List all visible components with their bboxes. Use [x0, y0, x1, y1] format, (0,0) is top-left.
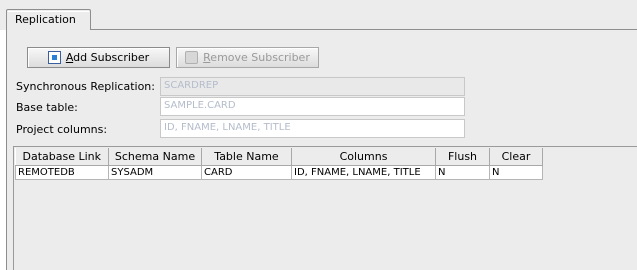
- cell-flush[interactable]: N: [435, 165, 490, 180]
- table-header-row: Database Link Schema Name Table Name Col…: [15, 148, 543, 166]
- project-columns-field[interactable]: ID, FNAME, LNAME, TITLE: [160, 119, 465, 138]
- subscribers-table: Database Link Schema Name Table Name Col…: [15, 148, 543, 180]
- remove-subscriber-label: Remove Subscriber: [203, 51, 310, 64]
- tab-strip: [0, 0, 637, 30]
- sync-replication-label: Synchronous Replication:: [16, 80, 155, 93]
- subscribers-table-area: Database Link Schema Name Table Name Col…: [13, 146, 637, 270]
- cell-schema-name[interactable]: SYSADM: [108, 165, 202, 180]
- cell-clear[interactable]: N: [489, 165, 543, 180]
- cell-table-name[interactable]: CARD: [201, 165, 292, 180]
- base-table-field[interactable]: SAMPLE.CARD: [160, 97, 465, 116]
- add-subscriber-label: Add Subscriber: [65, 51, 150, 64]
- column-header-flush[interactable]: Flush: [435, 148, 490, 166]
- add-subscriber-icon: [47, 51, 61, 64]
- base-table-label: Base table:: [16, 101, 78, 114]
- column-header-database-link[interactable]: Database Link: [15, 148, 109, 166]
- remove-subscriber-icon: [185, 51, 199, 64]
- remove-subscriber-button[interactable]: Remove Subscriber: [176, 47, 319, 68]
- column-header-clear[interactable]: Clear: [489, 148, 543, 166]
- cell-columns[interactable]: ID, FNAME, LNAME, TITLE: [291, 165, 436, 180]
- column-header-schema-name[interactable]: Schema Name: [108, 148, 202, 166]
- tab-replication[interactable]: Replication: [6, 9, 91, 30]
- column-header-columns[interactable]: Columns: [291, 148, 436, 166]
- add-subscriber-button[interactable]: Add Subscriber: [27, 47, 170, 68]
- sync-replication-field[interactable]: SCARDREP: [160, 77, 465, 96]
- table-row[interactable]: REMOTEDB SYSADM CARD ID, FNAME, LNAME, T…: [15, 165, 543, 180]
- cell-database-link[interactable]: REMOTEDB: [15, 165, 109, 180]
- tab-replication-label: Replication: [15, 13, 76, 26]
- column-header-table-name[interactable]: Table Name: [201, 148, 292, 166]
- project-columns-label: Project columns:: [16, 123, 108, 136]
